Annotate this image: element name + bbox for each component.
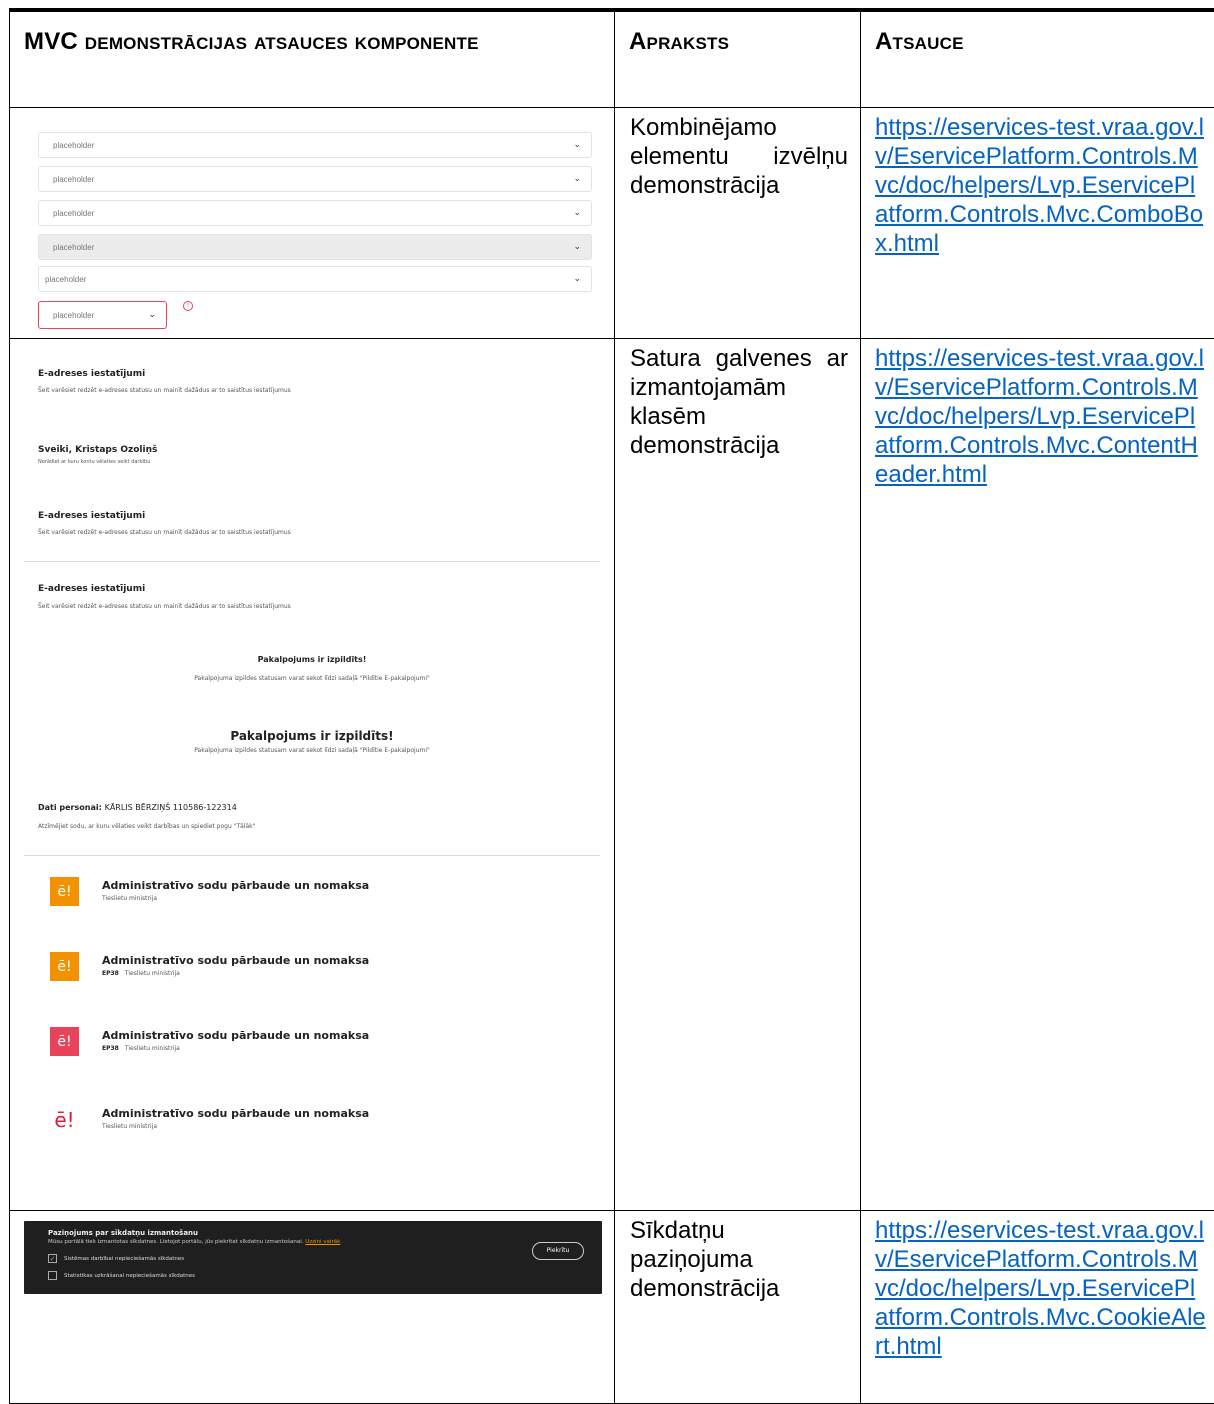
cookie-alert: Paziņojums par sīkdatņu izmantošanu Mūsu… <box>24 1221 602 1294</box>
reference-link[interactable]: https://eservices-test.vraa.gov.lv/Eserv… <box>861 339 1214 489</box>
header-description: Apraksts <box>615 10 861 107</box>
reference-cell: https://eservices-test.vraa.gov.lv/Eserv… <box>861 338 1214 1210</box>
service-header: ē! Administratīvo sodu pārbaude un nomak… <box>50 877 590 907</box>
service-logo-icon: ē! <box>50 952 79 981</box>
header-demo-cell: E-adreses iestatījumi Šeit varēsiet redz… <box>10 338 615 1210</box>
combo-box-compact[interactable]: placeholder ⌄ <box>38 266 592 292</box>
reference-link[interactable]: https://eservices-test.vraa.gov.lv/Eserv… <box>861 1211 1214 1361</box>
combo-demo: placeholder ⌄ placeholder ⌄ placeholder … <box>10 108 614 338</box>
description-cell: Sīkdatņu paziņojuma demonstrācija <box>615 1210 861 1403</box>
service-header: ē! Administratīvo sodu pārbaude un nomak… <box>50 1027 590 1057</box>
cookie-demo-cell: Paziņojums par sīkdatņu izmantošanu Mūsu… <box>10 1210 615 1403</box>
header-reference: Atsauce <box>861 10 1214 107</box>
service-header: ē! Administratīvo sodu pārbaude un nomak… <box>50 952 590 982</box>
description-cell: Kombinējamo elementu izvēlņu demonstrāci… <box>615 107 861 338</box>
chevron-down-icon: ⌄ <box>573 207 581 218</box>
combo-box[interactable]: placeholder ⌄ <box>38 200 592 226</box>
divider <box>24 855 600 856</box>
combo-box[interactable]: placeholder ⌄ <box>38 166 592 192</box>
combo-demo-cell: placeholder ⌄ placeholder ⌄ placeholder … <box>10 107 615 338</box>
accept-button[interactable]: Piekrītu <box>532 1242 584 1260</box>
table-row: E-adreses iestatījumi Šeit varēsiet redz… <box>10 338 1214 1210</box>
combo-box-disabled: placeholder ⌄ <box>38 234 592 260</box>
error-icon: ! <box>183 301 193 311</box>
chevron-down-icon: ⌄ <box>573 173 581 184</box>
service-logo-icon: ē! <box>50 1105 79 1134</box>
reference-cell: https://eservices-test.vraa.gov.lv/Eserv… <box>861 107 1214 338</box>
reference-link[interactable]: https://eservices-test.vraa.gov.lv/Eserv… <box>861 108 1214 258</box>
content-header-demo: E-adreses iestatījumi Šeit varēsiet redz… <box>10 339 614 1210</box>
checkbox-required: ✓ <box>48 1254 57 1263</box>
service-header: ē! Administratīvo sodu pārbaude un nomak… <box>50 1105 590 1135</box>
reference-cell: https://eservices-test.vraa.gov.lv/Eserv… <box>861 1210 1214 1403</box>
table-row: placeholder ⌄ placeholder ⌄ placeholder … <box>10 107 1214 338</box>
table-row: Paziņojums par sīkdatņu izmantošanu Mūsu… <box>10 1210 1214 1403</box>
learn-more-link[interactable]: Uzzini vairāk <box>305 1239 340 1245</box>
combo-box[interactable]: placeholder ⌄ <box>38 132 592 158</box>
cookie-alert-demo: Paziņojums par sīkdatņu izmantošanu Mūsu… <box>10 1211 614 1403</box>
service-logo-icon: ē! <box>50 1027 79 1056</box>
chevron-down-icon: ⌄ <box>148 309 156 320</box>
service-logo-icon: ē! <box>50 877 79 906</box>
combo-box-error[interactable]: placeholder ⌄ <box>38 301 167 329</box>
checkbox-statistics[interactable] <box>48 1271 57 1280</box>
divider <box>24 561 600 562</box>
header-component: MVC demonstrācijas atsauces komponente <box>10 10 615 107</box>
description-cell: Satura galvenes ar izmantojamām klasēm d… <box>615 338 861 1210</box>
chevron-down-icon: ⌄ <box>573 241 581 252</box>
person-line: Dati personai: KĀRLIS BĒRZIŅŠ 110586-122… <box>38 803 237 812</box>
reference-table: MVC demonstrācijas atsauces komponente A… <box>9 8 1214 1404</box>
chevron-down-icon: ⌄ <box>573 139 581 150</box>
chevron-down-icon: ⌄ <box>573 273 581 284</box>
